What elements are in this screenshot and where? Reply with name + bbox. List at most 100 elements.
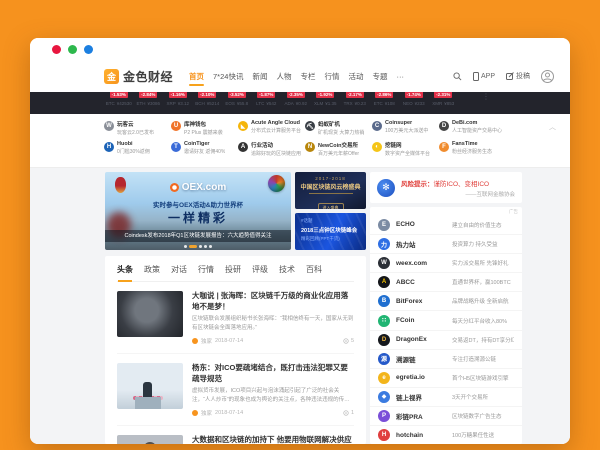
nav-item-markets[interactable]: 行情 [324, 66, 339, 87]
partner-item[interactable]: DDeBi.com人工智能资产交易中心 [439, 120, 506, 141]
dragonex-icon: D [378, 334, 390, 346]
user-avatar-icon [541, 70, 554, 83]
ticker-item[interactable]: -2.10%BCH¥5214 [193, 92, 223, 106]
fullscreen-window-button[interactable] [84, 45, 93, 54]
partner-item[interactable]: A行业活动追踪好玩的区块链应用 [238, 141, 305, 162]
list-item[interactable]: eegretia.io首个H5区块链游戏引擎 [370, 368, 522, 387]
carousel-dot[interactable] [204, 245, 207, 248]
article-row[interactable]: 大咖说 | 张海晖：区块链千万级的商业化应用落地不是梦！ 区块链联合发展组织秘书… [117, 282, 354, 354]
partner-item[interactable]: NNewCoin交易所百万美元年薪Offer [305, 141, 372, 162]
nav-item-more[interactable]: ··· [396, 67, 404, 86]
fanstime-icon: F [439, 142, 449, 152]
nav-item-home[interactable]: 首页 [189, 66, 204, 87]
partner-item[interactable]: ◣Acute Angle Cloud分布式云计算服务平台 [238, 120, 305, 141]
list-item[interactable]: Wweex.com实力派交易所 先锋好礼 [370, 253, 522, 272]
carousel-dot[interactable] [199, 245, 202, 248]
list-item[interactable]: DDragonEx交易返DT，持有DT享分红 [370, 330, 522, 349]
ad-name: egretia.io [396, 374, 446, 381]
risk-notice-card: ✻ 风险提示：谨防ICO、变相ICO ——互联网金融协会 [370, 172, 522, 203]
carousel-dot-active[interactable] [189, 245, 197, 248]
list-item[interactable]: ◆链上视界3天开个交易所 [370, 387, 522, 406]
nav-item-people[interactable]: 人物 [276, 66, 291, 87]
list-item[interactable]: P彩链PRA区块链数字广告生态 [370, 406, 522, 425]
nav-item-columns[interactable]: 专栏 [300, 66, 315, 87]
ticker-symbol: LTC [256, 101, 264, 106]
ticker-more-icon[interactable]: ⋮ [482, 94, 490, 100]
article-title[interactable]: 杨东：对ICO要疏堵结合，既打击违法犯罪又要疏导规范 [192, 363, 354, 384]
partner-item[interactable]: TCoinTiger邀请好友 返佣40% [171, 141, 238, 162]
article-title[interactable]: 大数据和区块链的加持下 他要用物联网解决供应链金融难题 [192, 435, 354, 444]
tab-research[interactable]: 投研 [225, 264, 241, 275]
ticker-item[interactable]: -1.16%XRP¥3.12 [163, 92, 193, 106]
list-item[interactable]: ∷FCoin每天分红平台收入80% [370, 310, 522, 329]
ticker-item[interactable]: -1.92%XLM¥1.35 [311, 92, 341, 106]
partner-item[interactable]: HHuobi0门槛30%返佣 [104, 141, 171, 162]
hero-carousel[interactable]: OEX.com 实时参与OEX活动&助力世界杯 一样精彩 Coindesk发布2… [105, 172, 291, 250]
tab-headlines[interactable]: 头条 [117, 264, 133, 275]
ticker-item[interactable]: -3.52%EOS¥55.8 [222, 92, 252, 106]
submit-post-button[interactable]: 投稿 [506, 71, 530, 81]
side-banner-awards[interactable]: 2017-2018 中国区块链风云榜盛典 进入盛典 [295, 172, 366, 209]
partner-row: HHuobi0门槛30%返佣 TCoinTiger邀请好友 返佣40% A行业活… [104, 141, 570, 162]
ticker-item[interactable]: -2.84%ETH¥3086 [134, 92, 164, 106]
ticker-item[interactable]: -1.53%BTC¥42530 [104, 92, 134, 106]
search-button[interactable] [453, 72, 462, 81]
tab-dialogue[interactable]: 对话 [171, 264, 187, 275]
ticker-item[interactable]: -1.87%LTC¥542 [252, 92, 282, 106]
article-row[interactable]: 大数据和区块链的加持下 他要用物联网解决供应链金融难题 在把目光投向物联网的同时… [117, 426, 354, 444]
app-download-button[interactable]: APP [473, 72, 495, 81]
ticker-price: ¥0.23 [355, 101, 366, 106]
news-tabs: 头条 政策 对话 行情 投研 评级 技术 百科 [117, 264, 354, 282]
side-banner-summit[interactable]: #话题 2018三点钟区块链峰会 精彩回顾(PPT干货) [295, 213, 366, 250]
list-item[interactable]: EECHO建立自由的价值生态 [370, 215, 522, 234]
site-logo[interactable]: 金 金色财经 [104, 68, 173, 85]
tab-ratings[interactable]: 评级 [252, 264, 268, 275]
partner-desc: 追踪好玩的区块链应用 [251, 150, 301, 157]
carousel-caption[interactable]: Coindesk发布2018年Q1区块链发展报告：六大趋势值得关注 [105, 230, 291, 242]
change-badge: -2.84% [139, 92, 157, 98]
jinse-logo-icon: 金 [104, 69, 119, 84]
tab-policy[interactable]: 政策 [144, 264, 160, 275]
partner-item[interactable]: ◐挖链网数字资产全媒体平台 [372, 141, 439, 162]
change-badge: -1.92% [316, 92, 334, 98]
list-item[interactable]: 源溯源链专注打造溯源公链 [370, 349, 522, 368]
ticker-item[interactable]: -2.35%ADA¥0.92 [281, 92, 311, 106]
collapse-band-icon[interactable]: ︿ [549, 122, 556, 132]
ticker-item[interactable]: -2.86%ETC¥108 [370, 92, 400, 106]
hero-brand: OEX.com [182, 182, 226, 193]
chain-vision-icon: ◆ [378, 391, 390, 403]
list-item[interactable]: AABCC直通世界杯，赢100BTC [370, 272, 522, 291]
list-item[interactable]: 力热力站投资算力 持久受益 [370, 234, 522, 253]
partner-item[interactable]: FFansTime粉丝经济服务生态 [439, 141, 506, 162]
close-window-button[interactable] [52, 45, 61, 54]
ticker-item[interactable]: -2.17%TRX¥0.23 [340, 92, 370, 106]
user-avatar-button[interactable] [541, 70, 554, 83]
carousel-dot[interactable] [184, 245, 187, 248]
article-source: 独家 [201, 409, 212, 417]
site-logo-text: 金色财经 [123, 68, 173, 85]
partner-ads-band: W玩客云玩客云2.0已发布 U库神钱包P2 Plus 震撼来袭 ◣Acute A… [30, 114, 570, 168]
article-row[interactable]: 杨东：对ICO要疏堵结合，既打击违法犯罪又要疏导规范 虚拟货币发展，ICO项目兴… [117, 354, 354, 426]
nav-item-news[interactable]: 新闻 [252, 66, 267, 87]
tab-markets[interactable]: 行情 [198, 264, 214, 275]
ticker-symbol: XLM [314, 101, 323, 106]
ticker-item[interactable]: -1.74%NEO¥233 [399, 92, 429, 106]
partner-item[interactable]: CCoinsuper100万美元大派送中 [372, 120, 439, 141]
list-item[interactable]: BBitForex品牌战略升级 全新启航 [370, 291, 522, 310]
partner-name: DeBi.com [452, 120, 502, 126]
list-item[interactable]: Hhotchain100万糖果任性送 [370, 425, 522, 444]
nav-item-topics[interactable]: 专题 [372, 66, 387, 87]
carousel-dot[interactable] [209, 245, 212, 248]
article-title[interactable]: 大咖说 | 张海晖：区块链千万级的商业化应用落地不是梦！ [192, 291, 354, 312]
partner-item[interactable]: U库神钱包P2 Plus 震撼来袭 [171, 120, 238, 141]
ticker-item[interactable]: -2.31%XMR¥853 [429, 92, 459, 106]
banner-enter-button[interactable]: 进入盛典 [318, 203, 344, 209]
tab-wiki[interactable]: 百科 [306, 264, 322, 275]
nav-item-events[interactable]: 活动 [348, 66, 363, 87]
partner-item[interactable]: W玩客云玩客云2.0已发布 [104, 120, 171, 141]
partner-item[interactable]: ⛏蚂蚁矿机矿机现货 大算力热销 [305, 120, 372, 141]
hero-line1: 实时参与OEX活动&助力世界杯 [105, 199, 291, 209]
tab-technology[interactable]: 技术 [279, 264, 295, 275]
minimize-window-button[interactable] [68, 45, 77, 54]
nav-item-newsflash[interactable]: 7*24快讯 [213, 66, 243, 87]
